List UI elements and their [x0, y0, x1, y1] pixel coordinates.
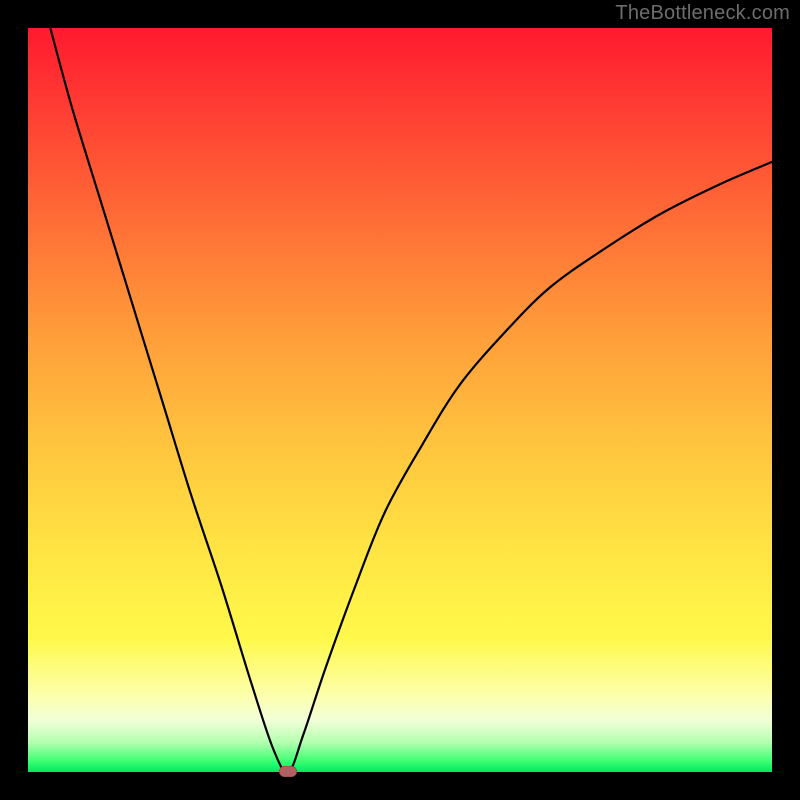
plot-area	[28, 28, 772, 772]
chart-frame: TheBottleneck.com	[0, 0, 800, 800]
min-marker	[279, 766, 297, 777]
curve-path	[50, 28, 772, 772]
watermark-text: TheBottleneck.com	[615, 2, 790, 25]
bottleneck-curve	[28, 28, 772, 772]
